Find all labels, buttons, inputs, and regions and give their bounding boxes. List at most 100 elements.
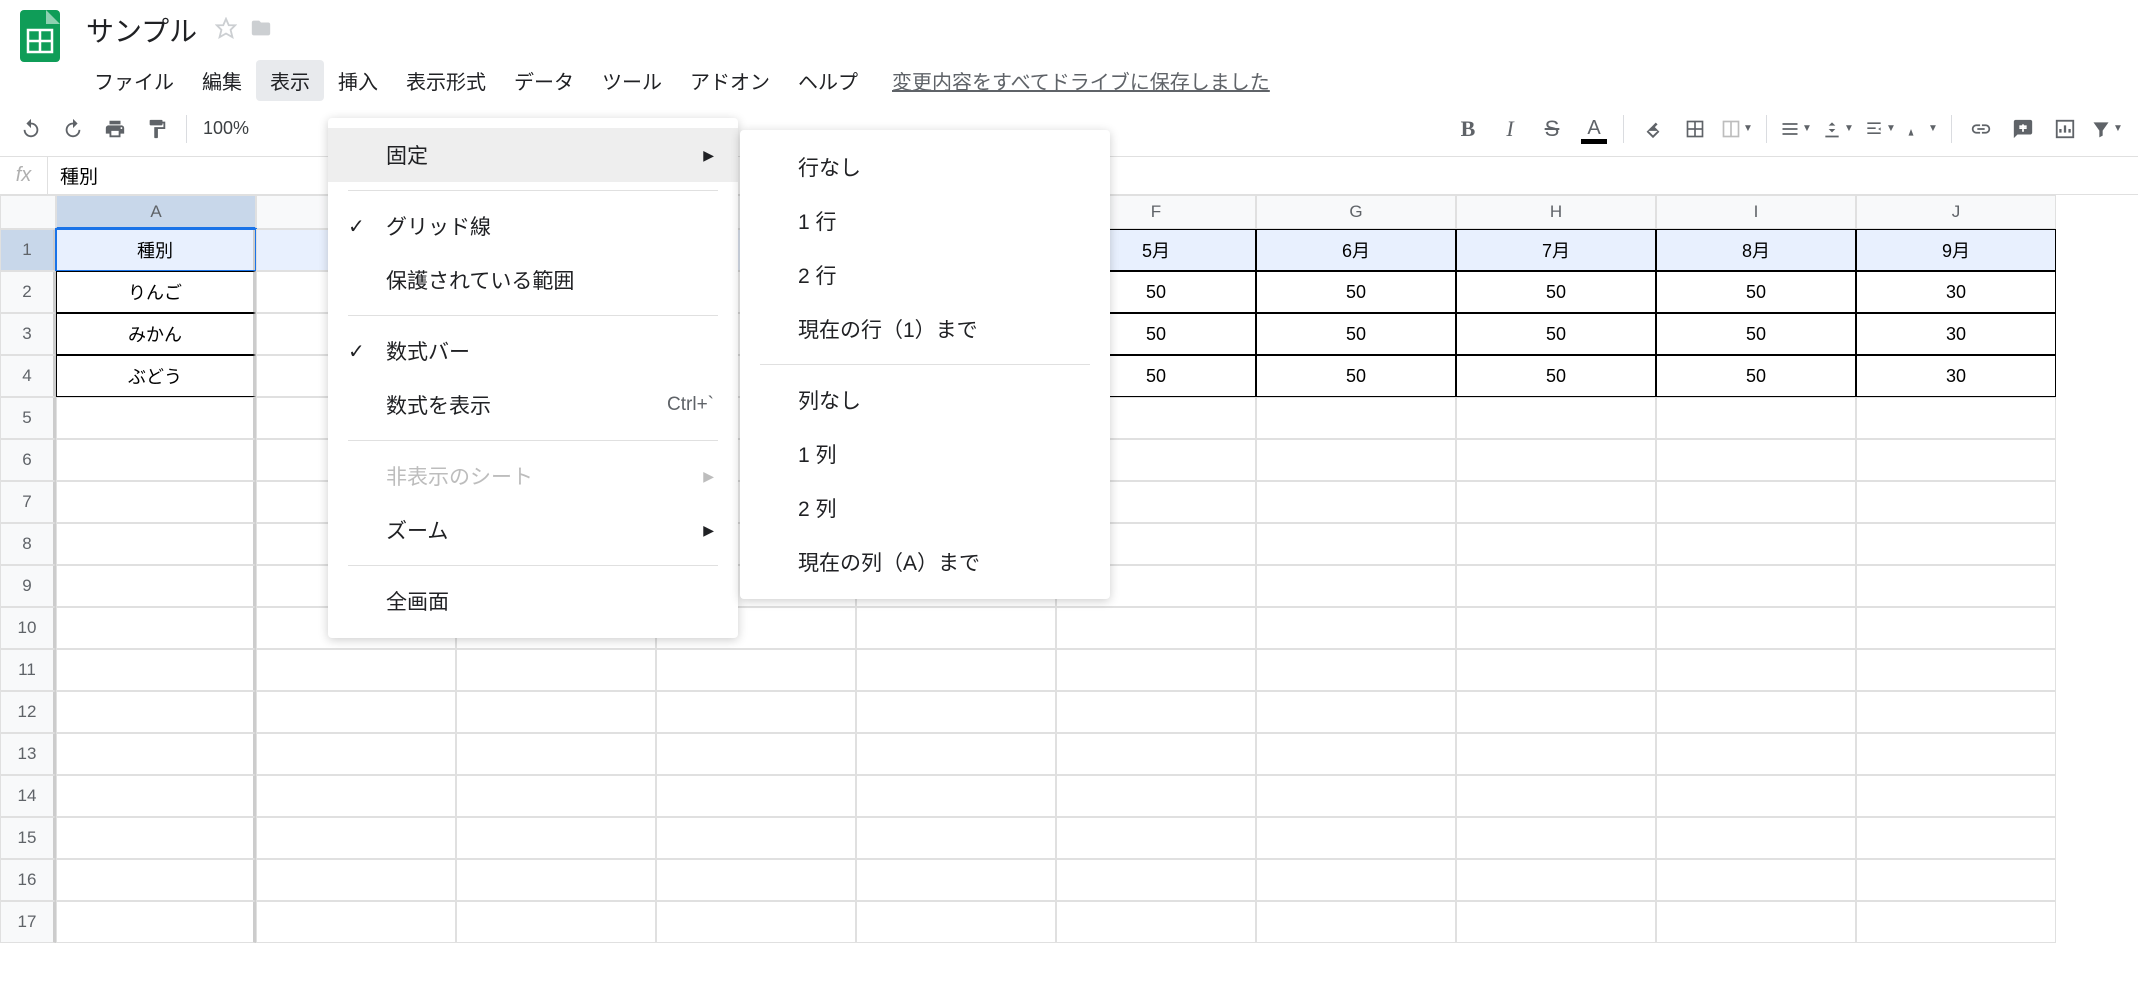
cell-A9[interactable] bbox=[56, 565, 256, 607]
menu-item-protected-ranges[interactable]: 保護されている範囲 bbox=[328, 253, 738, 307]
cell-J3[interactable]: 30 bbox=[1856, 313, 2056, 355]
cell-E10[interactable] bbox=[856, 607, 1056, 649]
cell-E14[interactable] bbox=[856, 775, 1056, 817]
cell-H8[interactable] bbox=[1456, 523, 1656, 565]
cell-H10[interactable] bbox=[1456, 607, 1656, 649]
row-header-4[interactable]: 4 bbox=[0, 355, 56, 397]
row-header-14[interactable]: 14 bbox=[0, 775, 56, 817]
cell-F10[interactable] bbox=[1056, 607, 1256, 649]
col-header-I[interactable]: I bbox=[1656, 195, 1856, 229]
text-rotation-button[interactable]: ▼ bbox=[1903, 110, 1941, 148]
row-header-1[interactable]: 1 bbox=[0, 229, 56, 271]
cell-C11[interactable] bbox=[456, 649, 656, 691]
cell-A14[interactable] bbox=[56, 775, 256, 817]
cell-E15[interactable] bbox=[856, 817, 1056, 859]
menu-item-freeze[interactable]: 固定▶ bbox=[328, 128, 738, 182]
cell-F15[interactable] bbox=[1056, 817, 1256, 859]
cell-A5[interactable] bbox=[56, 397, 256, 439]
menu-edit[interactable]: 編集 bbox=[188, 60, 256, 101]
cell-A17[interactable] bbox=[56, 901, 256, 943]
cell-G5[interactable] bbox=[1256, 397, 1456, 439]
italic-button[interactable]: I bbox=[1491, 110, 1529, 148]
cell-A13[interactable] bbox=[56, 733, 256, 775]
cell-F16[interactable] bbox=[1056, 859, 1256, 901]
freeze-2-rows[interactable]: 2 行 bbox=[740, 248, 1110, 302]
cell-A2[interactable]: りんご bbox=[56, 271, 256, 313]
freeze-no-cols[interactable]: 列なし bbox=[740, 373, 1110, 427]
cell-I6[interactable] bbox=[1656, 439, 1856, 481]
cell-B16[interactable] bbox=[256, 859, 456, 901]
cell-H15[interactable] bbox=[1456, 817, 1656, 859]
cell-C13[interactable] bbox=[456, 733, 656, 775]
menu-item-show-formulas[interactable]: 数式を表示 Ctrl+` bbox=[328, 378, 738, 432]
cell-A8[interactable] bbox=[56, 523, 256, 565]
cell-H11[interactable] bbox=[1456, 649, 1656, 691]
row-header-15[interactable]: 15 bbox=[0, 817, 56, 859]
cell-J13[interactable] bbox=[1856, 733, 2056, 775]
borders-button[interactable] bbox=[1676, 110, 1714, 148]
cell-C15[interactable] bbox=[456, 817, 656, 859]
cell-B15[interactable] bbox=[256, 817, 456, 859]
cell-G2[interactable]: 50 bbox=[1256, 271, 1456, 313]
menu-insert[interactable]: 挿入 bbox=[324, 60, 392, 101]
cell-F13[interactable] bbox=[1056, 733, 1256, 775]
row-header-7[interactable]: 7 bbox=[0, 481, 56, 523]
cell-B11[interactable] bbox=[256, 649, 456, 691]
cell-J5[interactable] bbox=[1856, 397, 2056, 439]
sheets-logo[interactable] bbox=[12, 8, 68, 64]
cell-E12[interactable] bbox=[856, 691, 1056, 733]
cell-J2[interactable]: 30 bbox=[1856, 271, 2056, 313]
cell-B12[interactable] bbox=[256, 691, 456, 733]
cell-G16[interactable] bbox=[1256, 859, 1456, 901]
cell-G3[interactable]: 50 bbox=[1256, 313, 1456, 355]
cell-D17[interactable] bbox=[656, 901, 856, 943]
cell-G13[interactable] bbox=[1256, 733, 1456, 775]
cell-C17[interactable] bbox=[456, 901, 656, 943]
row-header-3[interactable]: 3 bbox=[0, 313, 56, 355]
cell-G15[interactable] bbox=[1256, 817, 1456, 859]
cell-H9[interactable] bbox=[1456, 565, 1656, 607]
cell-C12[interactable] bbox=[456, 691, 656, 733]
cell-H17[interactable] bbox=[1456, 901, 1656, 943]
cell-D12[interactable] bbox=[656, 691, 856, 733]
cell-F17[interactable] bbox=[1056, 901, 1256, 943]
cell-H12[interactable] bbox=[1456, 691, 1656, 733]
cell-A6[interactable] bbox=[56, 439, 256, 481]
insert-comment-button[interactable] bbox=[2004, 110, 2042, 148]
paint-format-button[interactable] bbox=[138, 110, 176, 148]
cell-G7[interactable] bbox=[1256, 481, 1456, 523]
cell-B14[interactable] bbox=[256, 775, 456, 817]
menu-addons[interactable]: アドオン bbox=[676, 60, 784, 101]
cell-A3[interactable]: みかん bbox=[56, 313, 256, 355]
col-header-J[interactable]: J bbox=[1856, 195, 2056, 229]
cell-I2[interactable]: 50 bbox=[1656, 271, 1856, 313]
row-header-5[interactable]: 5 bbox=[0, 397, 56, 439]
cell-J11[interactable] bbox=[1856, 649, 2056, 691]
cell-I15[interactable] bbox=[1656, 817, 1856, 859]
cell-A16[interactable] bbox=[56, 859, 256, 901]
document-title[interactable]: サンプル bbox=[80, 8, 203, 52]
cell-G11[interactable] bbox=[1256, 649, 1456, 691]
row-header-11[interactable]: 11 bbox=[0, 649, 56, 691]
cell-J6[interactable] bbox=[1856, 439, 2056, 481]
freeze-1-row[interactable]: 1 行 bbox=[740, 194, 1110, 248]
insert-link-button[interactable] bbox=[1962, 110, 2000, 148]
text-color-button[interactable]: A bbox=[1575, 110, 1613, 148]
cell-H4[interactable]: 50 bbox=[1456, 355, 1656, 397]
cell-A4[interactable]: ぶどう bbox=[56, 355, 256, 397]
cell-E16[interactable] bbox=[856, 859, 1056, 901]
undo-button[interactable] bbox=[12, 110, 50, 148]
cell-A15[interactable] bbox=[56, 817, 256, 859]
cell-G14[interactable] bbox=[1256, 775, 1456, 817]
horizontal-align-button[interactable]: ▼ bbox=[1777, 110, 1815, 148]
cell-D11[interactable] bbox=[656, 649, 856, 691]
cell-H2[interactable]: 50 bbox=[1456, 271, 1656, 313]
cell-J16[interactable] bbox=[1856, 859, 2056, 901]
cell-J12[interactable] bbox=[1856, 691, 2056, 733]
cell-H13[interactable] bbox=[1456, 733, 1656, 775]
cell-C14[interactable] bbox=[456, 775, 656, 817]
cell-D15[interactable] bbox=[656, 817, 856, 859]
cell-I1[interactable]: 8月 bbox=[1656, 229, 1856, 271]
cell-A10[interactable] bbox=[56, 607, 256, 649]
filter-button[interactable]: ▼ bbox=[2088, 110, 2126, 148]
